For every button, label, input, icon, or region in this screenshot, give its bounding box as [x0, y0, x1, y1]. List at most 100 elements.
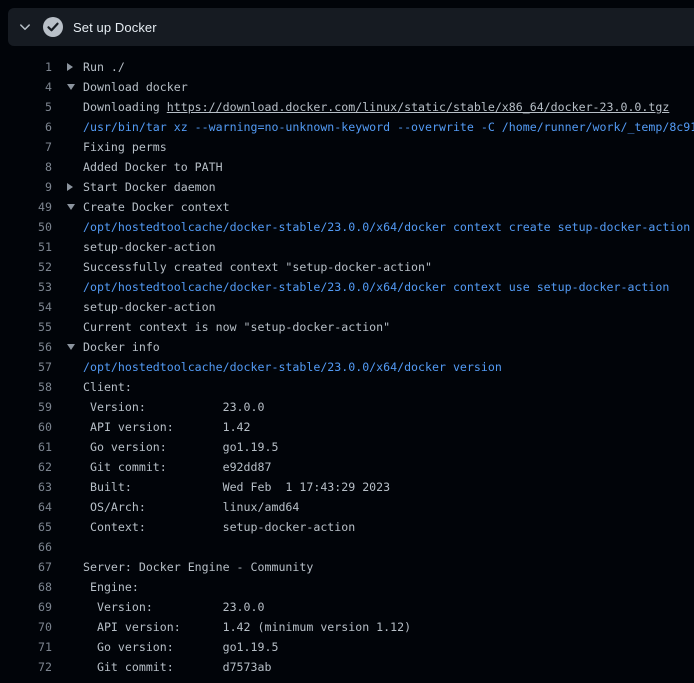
log-line-body: API version: 1.42 (minimum version 1.12) — [52, 617, 694, 637]
log-text: Added Docker to PATH — [83, 160, 223, 174]
log-line: 65 Context: setup-docker-action — [0, 517, 694, 537]
log-text: Context: setup-docker-action — [83, 520, 355, 534]
check-circle-icon — [43, 17, 63, 37]
log-text: Successfully created context "setup-dock… — [83, 260, 432, 274]
line-number[interactable]: 71 — [0, 637, 52, 657]
line-number[interactable]: 8 — [0, 157, 52, 177]
line-number[interactable]: 60 — [0, 417, 52, 437]
log-line-body[interactable]: Run ./ — [52, 57, 694, 77]
line-number[interactable]: 61 — [0, 437, 52, 457]
log-line: 63 Built: Wed Feb 1 17:43:29 2023 — [0, 477, 694, 497]
triangle-right-icon[interactable] — [67, 183, 73, 191]
line-number[interactable]: 6 — [0, 117, 52, 137]
line-number[interactable]: 70 — [0, 617, 52, 637]
log-group-line[interactable]: 9 Start Docker daemon — [0, 177, 694, 197]
log-line: 60 API version: 1.42 — [0, 417, 694, 437]
line-number[interactable]: 65 — [0, 517, 52, 537]
log-line-body: Engine: — [52, 577, 694, 597]
log-group-line[interactable]: 1Run ./ — [0, 57, 694, 77]
log-line-body: OS/Arch: linux/amd64 — [52, 497, 694, 517]
log-line: 72 Git commit: d7573ab — [0, 657, 694, 677]
log-text: Go version: go1.19.5 — [83, 440, 278, 454]
line-number[interactable]: 59 — [0, 397, 52, 417]
line-number[interactable]: 9 — [0, 177, 52, 197]
log-line: 58 Client: — [0, 377, 694, 397]
line-number[interactable]: 1 — [0, 57, 52, 77]
triangle-down-icon[interactable] — [67, 344, 75, 350]
line-number[interactable]: 66 — [0, 537, 52, 557]
log-text: OS/Arch: linux/amd64 — [83, 500, 299, 514]
log-link[interactable]: https://download.docker.com/linux/static… — [167, 100, 670, 114]
log-line-body — [52, 537, 694, 557]
log-group-line[interactable]: 56 Docker info — [0, 337, 694, 357]
chevron-down-icon[interactable] — [17, 19, 33, 35]
log-text: Downloading — [83, 100, 167, 114]
log-command: /opt/hostedtoolcache/docker-stable/23.0.… — [83, 280, 669, 294]
line-number[interactable]: 5 — [0, 97, 52, 117]
log-line-body[interactable]: Start Docker daemon — [52, 177, 694, 197]
line-number[interactable]: 51 — [0, 237, 52, 257]
log-text: Server: Docker Engine - Community — [83, 560, 313, 574]
line-number[interactable]: 50 — [0, 217, 52, 237]
log-command: /usr/bin/tar xz --warning=no-unknown-key… — [83, 120, 694, 134]
log-line: 59 Version: 23.0.0 — [0, 397, 694, 417]
log-text: API version: 1.42 (minimum version 1.12) — [83, 620, 411, 634]
group-title: Start Docker daemon — [83, 180, 216, 194]
log-line: 52 Successfully created context "setup-do… — [0, 257, 694, 277]
log-line-body[interactable]: Create Docker context — [52, 197, 694, 217]
log-group-line[interactable]: 4Download docker — [0, 77, 694, 97]
line-number[interactable]: 58 — [0, 377, 52, 397]
triangle-down-icon[interactable] — [67, 84, 75, 90]
log-line: 8 Added Docker to PATH — [0, 157, 694, 177]
line-number[interactable]: 72 — [0, 657, 52, 677]
line-number[interactable]: 7 — [0, 137, 52, 157]
log-text: Engine: — [83, 580, 139, 594]
line-number[interactable]: 4 — [0, 77, 52, 97]
log-line-body: Server: Docker Engine - Community — [52, 557, 694, 577]
log-line-body: /opt/hostedtoolcache/docker-stable/23.0.… — [52, 277, 694, 297]
line-number[interactable]: 69 — [0, 597, 52, 617]
log-line-body: API version: 1.42 — [52, 417, 694, 437]
log-line-body: Current context is now "setup-docker-act… — [52, 317, 694, 337]
log-group-line[interactable]: 49Create Docker context — [0, 197, 694, 217]
log-line: 53/opt/hostedtoolcache/docker-stable/23.… — [0, 277, 694, 297]
log-text: Version: 23.0.0 — [83, 600, 264, 614]
group-title: Docker info — [83, 340, 160, 354]
log-text: Built: Wed Feb 1 17:43:29 2023 — [83, 480, 390, 494]
line-number[interactable]: 68 — [0, 577, 52, 597]
log-line-body: /opt/hostedtoolcache/docker-stable/23.0.… — [52, 217, 694, 237]
log-line-body: Git commit: d7573ab — [52, 657, 694, 677]
log-text: setup-docker-action — [83, 300, 216, 314]
line-number[interactable]: 67 — [0, 557, 52, 577]
triangle-down-icon[interactable] — [67, 204, 75, 210]
log-line: 6/usr/bin/tar xz --warning=no-unknown-ke… — [0, 117, 694, 137]
line-number[interactable]: 62 — [0, 457, 52, 477]
log-text: Git commit: d7573ab — [83, 660, 271, 674]
log-line: 66 — [0, 537, 694, 557]
line-number[interactable]: 55 — [0, 317, 52, 337]
line-number[interactable]: 56 — [0, 337, 52, 357]
line-number[interactable]: 53 — [0, 277, 52, 297]
log-line-body: Version: 23.0.0 — [52, 397, 694, 417]
line-number[interactable]: 54 — [0, 297, 52, 317]
log-command: /opt/hostedtoolcache/docker-stable/23.0.… — [83, 220, 690, 234]
log-line-body: Built: Wed Feb 1 17:43:29 2023 — [52, 477, 694, 497]
line-number[interactable]: 52 — [0, 257, 52, 277]
line-number[interactable]: 57 — [0, 357, 52, 377]
log-line: 69 Version: 23.0.0 — [0, 597, 694, 617]
log-line-body[interactable]: Download docker — [52, 77, 694, 97]
line-number[interactable]: 49 — [0, 197, 52, 217]
log-line-body: /opt/hostedtoolcache/docker-stable/23.0.… — [52, 357, 694, 377]
actions-log-panel: Set up Docker 1Run ./4Download docker5Do… — [0, 0, 694, 683]
log-text: Client: — [83, 380, 132, 394]
line-number[interactable]: 63 — [0, 477, 52, 497]
triangle-right-icon[interactable] — [67, 63, 73, 71]
step-header[interactable]: Set up Docker — [8, 8, 694, 46]
log-line-body[interactable]: Docker info — [52, 337, 694, 357]
log-line-body: Downloading https://download.docker.com/… — [52, 97, 694, 117]
log-text: API version: 1.42 — [83, 420, 251, 434]
log-text: Version: 23.0.0 — [83, 400, 264, 414]
log-line-body: Successfully created context "setup-dock… — [52, 257, 694, 277]
line-number[interactable]: 64 — [0, 497, 52, 517]
log-line-body: Git commit: e92dd87 — [52, 457, 694, 477]
